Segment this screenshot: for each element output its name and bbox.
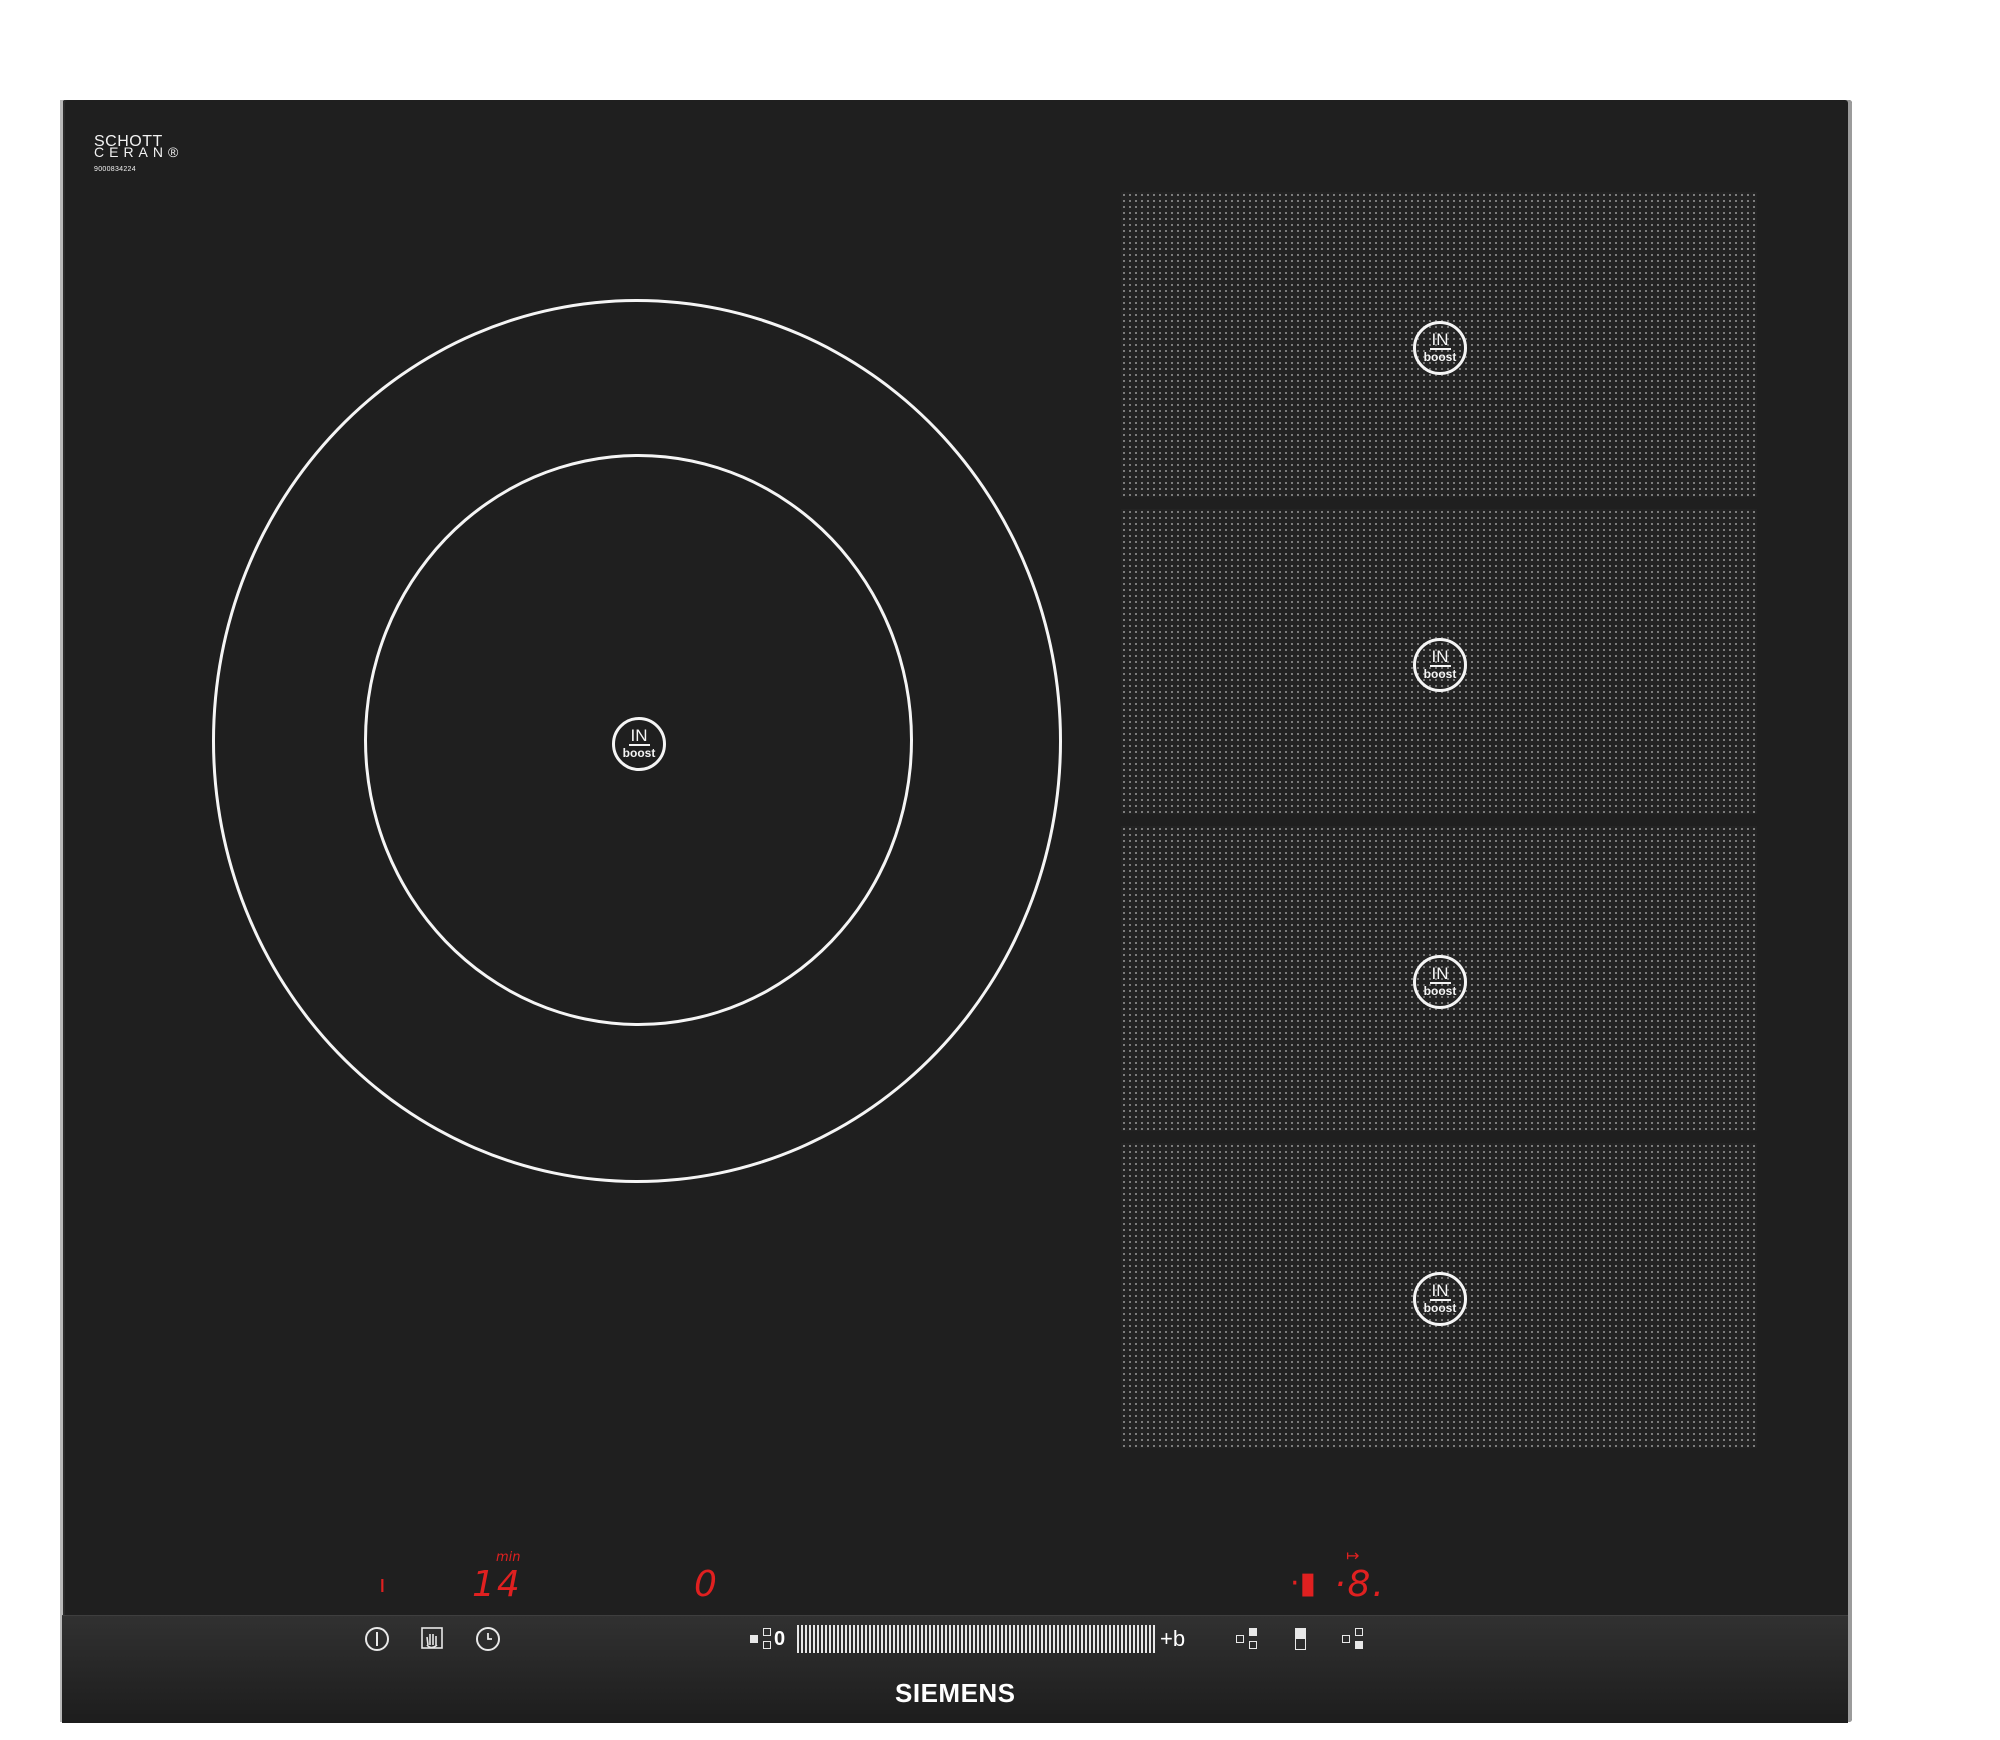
touch-control-strip: 0 +b SIEMENS [62, 1615, 1848, 1723]
schott-ceran-logo: SCHOTT CERAN® 9000834224 [94, 134, 184, 175]
frame-edge [60, 100, 63, 1722]
in-boost-badge-flex-4: IN boost [1413, 1272, 1467, 1326]
badge-boost-label: boost [1423, 1301, 1457, 1315]
badge-in-label: IN [1429, 647, 1451, 667]
left-zone-level-display: 0 [694, 1564, 719, 1605]
badge-in-label: IN [1429, 330, 1451, 350]
hand-lock-icon [421, 1627, 443, 1649]
badge-boost-label: boost [622, 746, 656, 760]
power-button[interactable] [365, 1627, 389, 1651]
zone-square [1355, 1628, 1363, 1636]
zone-select-icon [750, 1635, 758, 1643]
zone-square [1355, 1641, 1363, 1649]
badge-in-label: IN [1429, 964, 1451, 984]
timer-display: 14 [472, 1564, 522, 1605]
power-indicator-led: ı [379, 1570, 386, 1598]
round-zone-select-button[interactable] [750, 1626, 776, 1652]
siemens-logo: SIEMENS [895, 1678, 1016, 1708]
flex-mode-button[interactable] [1294, 1626, 1308, 1652]
badge-in-label: IN [628, 726, 650, 746]
serial-number: 9000834224 [94, 166, 136, 173]
zone-select-icon [1342, 1635, 1350, 1643]
move-arrow-icon: ↦ [1346, 1546, 1360, 1565]
flex-mode-icon [1295, 1628, 1306, 1650]
badge-boost-label: boost [1423, 667, 1457, 681]
slider-boost-label[interactable]: +b [1160, 1626, 1185, 1652]
in-boost-badge-round: IN boost [612, 717, 666, 771]
badge-in-label: IN [1429, 1281, 1451, 1301]
flex-zone-front-select-button[interactable] [1236, 1626, 1262, 1652]
clock-icon [487, 1633, 492, 1640]
wipe-protection-button[interactable] [421, 1627, 443, 1651]
slider-min-label: 0 [774, 1628, 786, 1650]
timer-button[interactable] [476, 1627, 500, 1651]
zone-square [1249, 1641, 1257, 1649]
flex-indicator-led: ·▮ [1290, 1566, 1317, 1601]
cooktop-glass: SCHOTT CERAN® 9000834224 IN boost IN boo… [60, 100, 1852, 1723]
flex-zone-rear-select-button[interactable] [1342, 1626, 1368, 1652]
zone-square [763, 1641, 771, 1649]
badge-boost-label: boost [1423, 984, 1457, 998]
power-level-slider[interactable] [797, 1625, 1155, 1653]
zone-square [1249, 1628, 1257, 1636]
zone-select-icon [1236, 1635, 1244, 1643]
in-boost-badge-flex-3: IN boost [1413, 955, 1467, 1009]
logo-line-2: CERAN® [94, 144, 184, 160]
power-icon [376, 1632, 378, 1646]
zone-square [763, 1628, 771, 1636]
in-boost-badge-flex-2: IN boost [1413, 638, 1467, 692]
badge-boost-label: boost [1423, 350, 1457, 364]
in-boost-badge-flex-1: IN boost [1413, 321, 1467, 375]
timer-unit-label: min [496, 1550, 521, 1565]
right-zone-level-display: ·8. [1334, 1564, 1386, 1605]
